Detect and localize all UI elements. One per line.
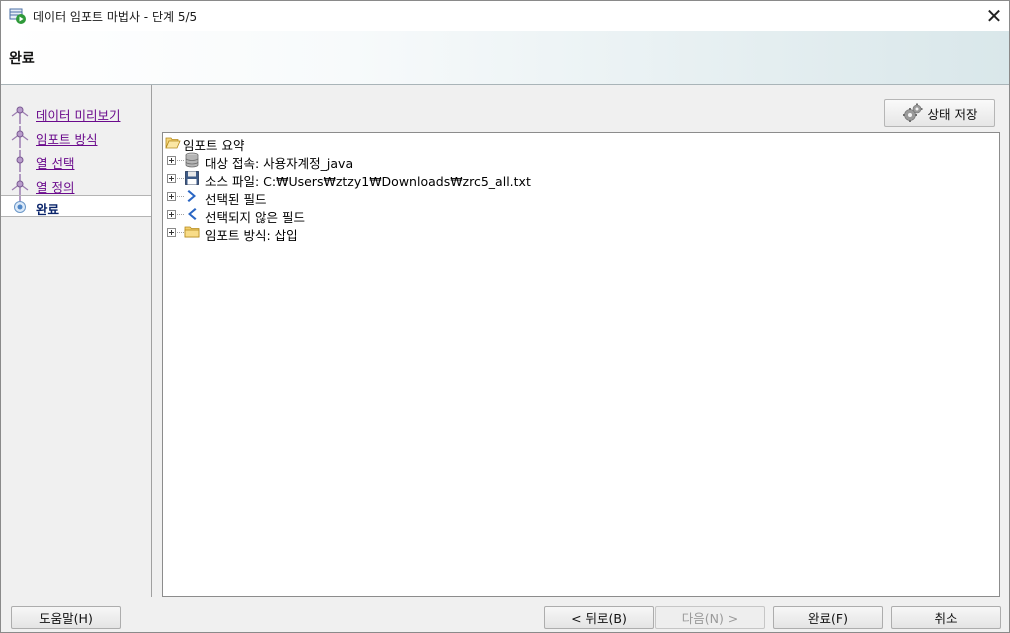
back-button[interactable]: < 뒤로(B)	[544, 606, 654, 629]
step-import-method[interactable]: 임포트 방식	[1, 126, 151, 148]
wizard-header: 완료	[1, 31, 1009, 85]
expand-icon[interactable]	[167, 228, 176, 237]
step-marker-icon	[16, 150, 24, 172]
tree-node[interactable]: 임포트 방식: 삽입	[163, 224, 463, 243]
save-state-label[interactable]: 상태 저장	[928, 104, 978, 123]
tree-node[interactable]: 대상 접속: 사용자계정_java	[163, 152, 563, 171]
step-label[interactable]: 데이터 미리보기	[36, 105, 120, 124]
gears-icon	[902, 103, 922, 122]
window-title: 데이터 임포트 마법사 - 단계 5/5	[33, 9, 198, 24]
step-label[interactable]: 열 선택	[36, 153, 74, 172]
step-label: 완료	[36, 202, 60, 217]
help-button[interactable]: 도움말(H)	[11, 606, 121, 629]
expand-icon[interactable]	[167, 156, 176, 165]
step-marker-icon	[11, 126, 29, 148]
floppy-disk-icon	[185, 171, 199, 185]
expand-icon[interactable]	[167, 192, 176, 201]
title-bar: 데이터 임포트 마법사 - 단계 5/5 ✕	[1, 1, 1009, 31]
tree-node-label: 임포트 방식: 삽입	[205, 228, 298, 243]
close-icon[interactable]: ✕	[979, 1, 1009, 31]
step-finish: 완료	[1, 195, 151, 217]
page-title: 완료	[9, 51, 35, 67]
chevron-left-icon	[188, 208, 197, 220]
step-column-define[interactable]: 열 정의	[1, 174, 151, 196]
step-label[interactable]: 열 정의	[36, 177, 74, 196]
wizard-window: 데이터 임포트 마법사 - 단계 5/5 ✕ 완료 데이터 미리보기 임포트 방…	[0, 0, 1010, 633]
expand-icon[interactable]	[167, 174, 176, 183]
database-icon	[185, 152, 199, 168]
step-marker-icon	[11, 174, 29, 196]
cancel-button[interactable]: 취소	[891, 606, 1001, 629]
save-state-button[interactable]: 상태 저장	[884, 99, 995, 127]
current-step-icon	[14, 196, 26, 213]
import-summary-tree: 임포트 요약 대상 접속: 사용자계정_java 소스 파일: C:₩Users…	[162, 132, 1000, 597]
tree-node[interactable]: 선택되지 않은 필드	[163, 206, 463, 225]
app-icon	[9, 7, 27, 25]
chevron-right-icon	[187, 190, 196, 202]
step-column-select[interactable]: 열 선택	[1, 150, 151, 172]
tree-root[interactable]: 임포트 요약	[165, 134, 365, 153]
expand-icon[interactable]	[167, 210, 176, 219]
next-button[interactable]: 다음(N) >	[655, 606, 765, 629]
step-label[interactable]: 임포트 방식	[36, 129, 97, 148]
folder-icon	[184, 226, 200, 238]
steps-panel: 데이터 미리보기 임포트 방식 열 선택 열 정의 완료	[1, 85, 152, 597]
tree-node[interactable]: 소스 파일: C:₩Users₩ztzy1₩Downloads₩zrc5_all…	[163, 170, 663, 189]
open-folder-icon	[165, 137, 181, 149]
step-data-preview[interactable]: 데이터 미리보기	[1, 102, 151, 124]
step-marker-icon	[11, 106, 29, 124]
tree-node[interactable]: 선택된 필드	[163, 188, 463, 207]
finish-button[interactable]: 완료(F)	[773, 606, 883, 629]
